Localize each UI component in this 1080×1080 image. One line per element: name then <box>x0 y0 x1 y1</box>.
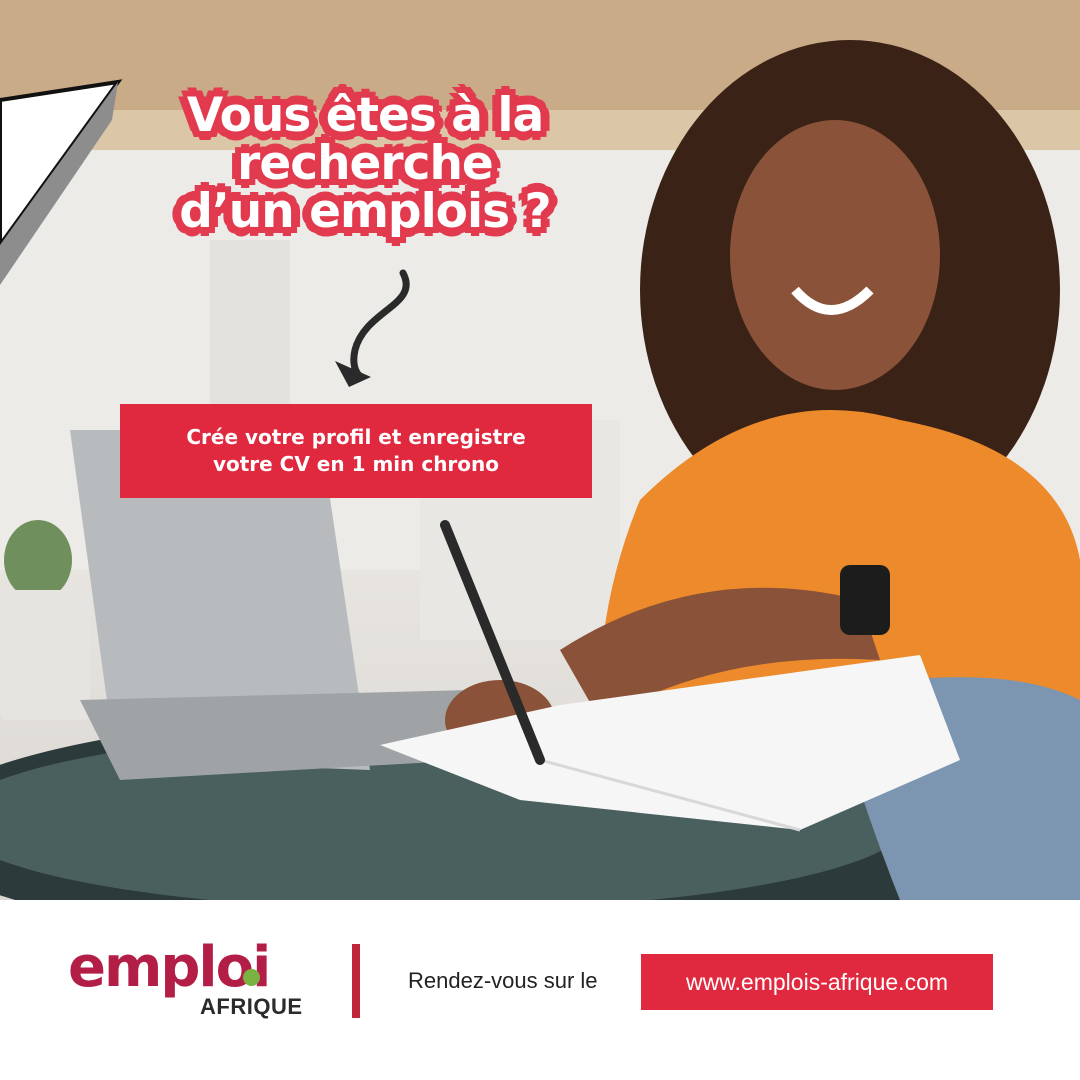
ad-canvas: Vous êtes à la recherche d’un emplois ? … <box>0 0 1080 1080</box>
face <box>730 120 940 390</box>
brand-logo[interactable]: emploi AFRIQUE <box>68 938 318 1028</box>
footer-divider <box>352 944 360 1018</box>
cta-banner[interactable]: Crée votre profil et enregistre votre CV… <box>120 404 592 498</box>
logo-subtitle: AFRIQUE <box>200 994 303 1019</box>
arrow-shaft <box>350 269 410 381</box>
website-url: www.emplois-afrique.com <box>685 968 949 995</box>
headline-line-1: Vous êtes à la <box>186 88 544 143</box>
logo-dot-icon <box>243 969 260 986</box>
website-link[interactable]: www.emplois-afrique.com <box>641 954 993 1010</box>
plant-leaves <box>4 520 72 600</box>
paper-plane-icon <box>0 79 123 285</box>
headline-line-3: d’un emplois ? <box>179 184 551 239</box>
invite-text: Rendez-vous sur le <box>408 968 598 993</box>
logo-wordmark: emploi <box>68 935 271 1000</box>
smartwatch <box>840 565 890 635</box>
headline-line-2: recherche <box>237 136 494 191</box>
cta-line-1: Crée votre profil et enregistre <box>186 425 526 449</box>
plant-pot <box>0 590 90 720</box>
curved-arrow-icon <box>335 269 410 387</box>
cta-line-2: votre CV en 1 min chrono <box>212 452 500 476</box>
headline: Vous êtes à la recherche d’un emplois ? <box>150 92 580 236</box>
